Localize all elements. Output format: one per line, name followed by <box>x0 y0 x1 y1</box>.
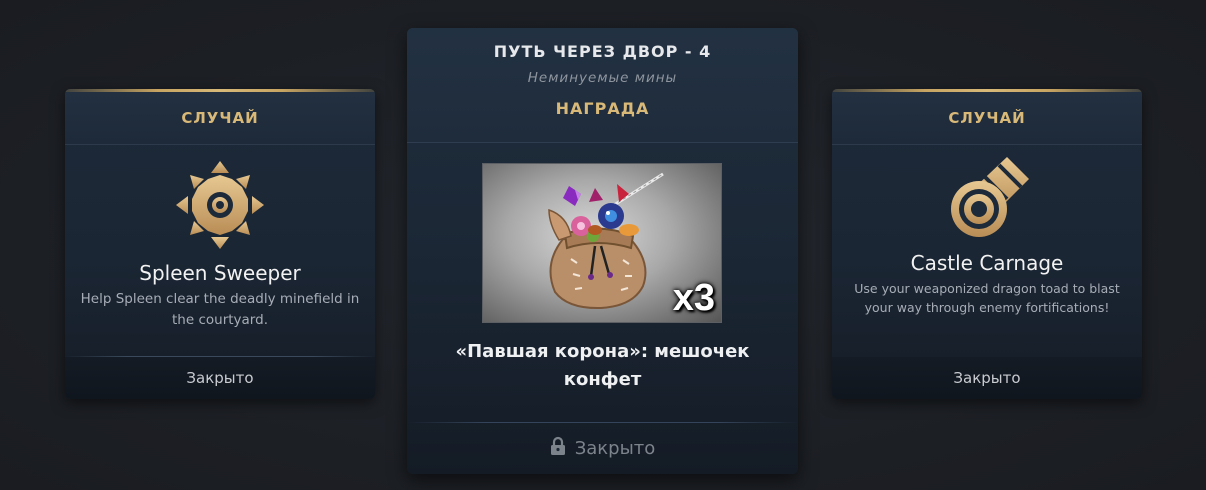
status-label: Закрыто <box>953 369 1021 387</box>
event-title: Castle Carnage <box>910 251 1064 275</box>
event-card-castle-carnage[interactable]: СЛУЧАЙ Castle Carnage Use your weaponize… <box>832 89 1142 399</box>
card-header: СЛУЧАЙ <box>65 92 375 145</box>
card-header: СЛУЧАЙ <box>832 92 1142 145</box>
spiked-mine-icon <box>65 159 375 251</box>
event-description: Use your weaponized dragon toad to blast… <box>854 281 1120 315</box>
card-type-label: СЛУЧАЙ <box>181 109 259 127</box>
reward-card-header: ПУТЬ ЧЕРЕЗ ДВОР - 4 Неминуемые мины НАГР… <box>407 28 798 143</box>
card-footer: Закрыто <box>407 422 798 474</box>
reward-quantity: x3 <box>672 277 715 319</box>
cannon-icon <box>832 151 1142 243</box>
event-stage: СЛУЧАЙ Spleen Sweeper Help Spleen clear … <box>0 0 1206 490</box>
card-footer: Закрыто <box>65 357 375 399</box>
reward-card[interactable]: ПУТЬ ЧЕРЕЗ ДВОР - 4 Неминуемые мины НАГР… <box>407 28 798 474</box>
card-type-label: СЛУЧАЙ <box>948 109 1026 127</box>
event-card-spleen-sweeper[interactable]: СЛУЧАЙ Spleen Sweeper Help Spleen clear … <box>65 89 375 399</box>
status-label: Закрыто <box>574 437 656 459</box>
status-label: Закрыто <box>186 369 254 387</box>
candy-sack-image: x3 <box>482 163 722 323</box>
event-title: Spleen Sweeper <box>139 261 301 285</box>
lock-icon <box>550 436 566 460</box>
card-footer: Закрыто <box>832 357 1142 399</box>
quest-step-title: ПУТЬ ЧЕРЕЗ ДВОР - 4 <box>493 42 712 61</box>
reward-item-name: «Павшая корона»: мешочек конфет <box>455 341 750 390</box>
reward-label: НАГРАДА <box>555 99 650 118</box>
event-description: Help Spleen clear the deadly minefield i… <box>80 291 360 328</box>
quest-subtitle: Неминуемые мины <box>527 70 678 86</box>
